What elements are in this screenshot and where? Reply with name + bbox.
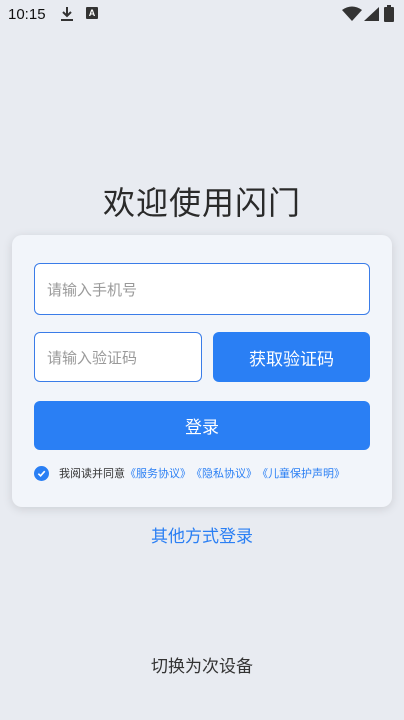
download-icon [61, 7, 73, 21]
check-icon [37, 470, 46, 477]
agreement-text: 我阅读并同意 [59, 467, 125, 480]
login-button[interactable]: 登录 [34, 401, 370, 450]
child-protection-link[interactable]: 《儿童保护声明》 [257, 465, 345, 481]
status-bar: 10:15 A [0, 0, 404, 30]
switch-device-link[interactable]: 切换为次设备 [0, 652, 404, 677]
status-time: 10:15 [8, 6, 46, 23]
page-title: 欢迎使用闪门 [102, 184, 301, 222]
signal-icon [364, 7, 379, 21]
phone-input[interactable]: 请输入手机号 [34, 263, 370, 315]
battery-icon [384, 5, 394, 22]
other-login-link[interactable]: 其他方式登录 [0, 522, 404, 547]
wifi-icon [342, 6, 362, 21]
a-notification-icon: A [86, 7, 98, 19]
verification-code-input[interactable]: 请输入验证码 [34, 332, 202, 382]
get-code-button[interactable]: 获取验证码 [213, 332, 370, 382]
service-agreement-link[interactable]: 《服务协议》 [125, 465, 191, 481]
privacy-agreement-link[interactable]: 《隐私协议》 [191, 465, 257, 481]
agreement-row: 我阅读并同意 《服务协议》 《隐私协议》 《儿童保护声明》 [34, 464, 345, 482]
agreement-checkbox[interactable] [34, 465, 49, 481]
login-card: 请输入手机号 请输入验证码 获取验证码 登录 我阅读并同意 《服务协议》 《隐私… [12, 235, 392, 507]
